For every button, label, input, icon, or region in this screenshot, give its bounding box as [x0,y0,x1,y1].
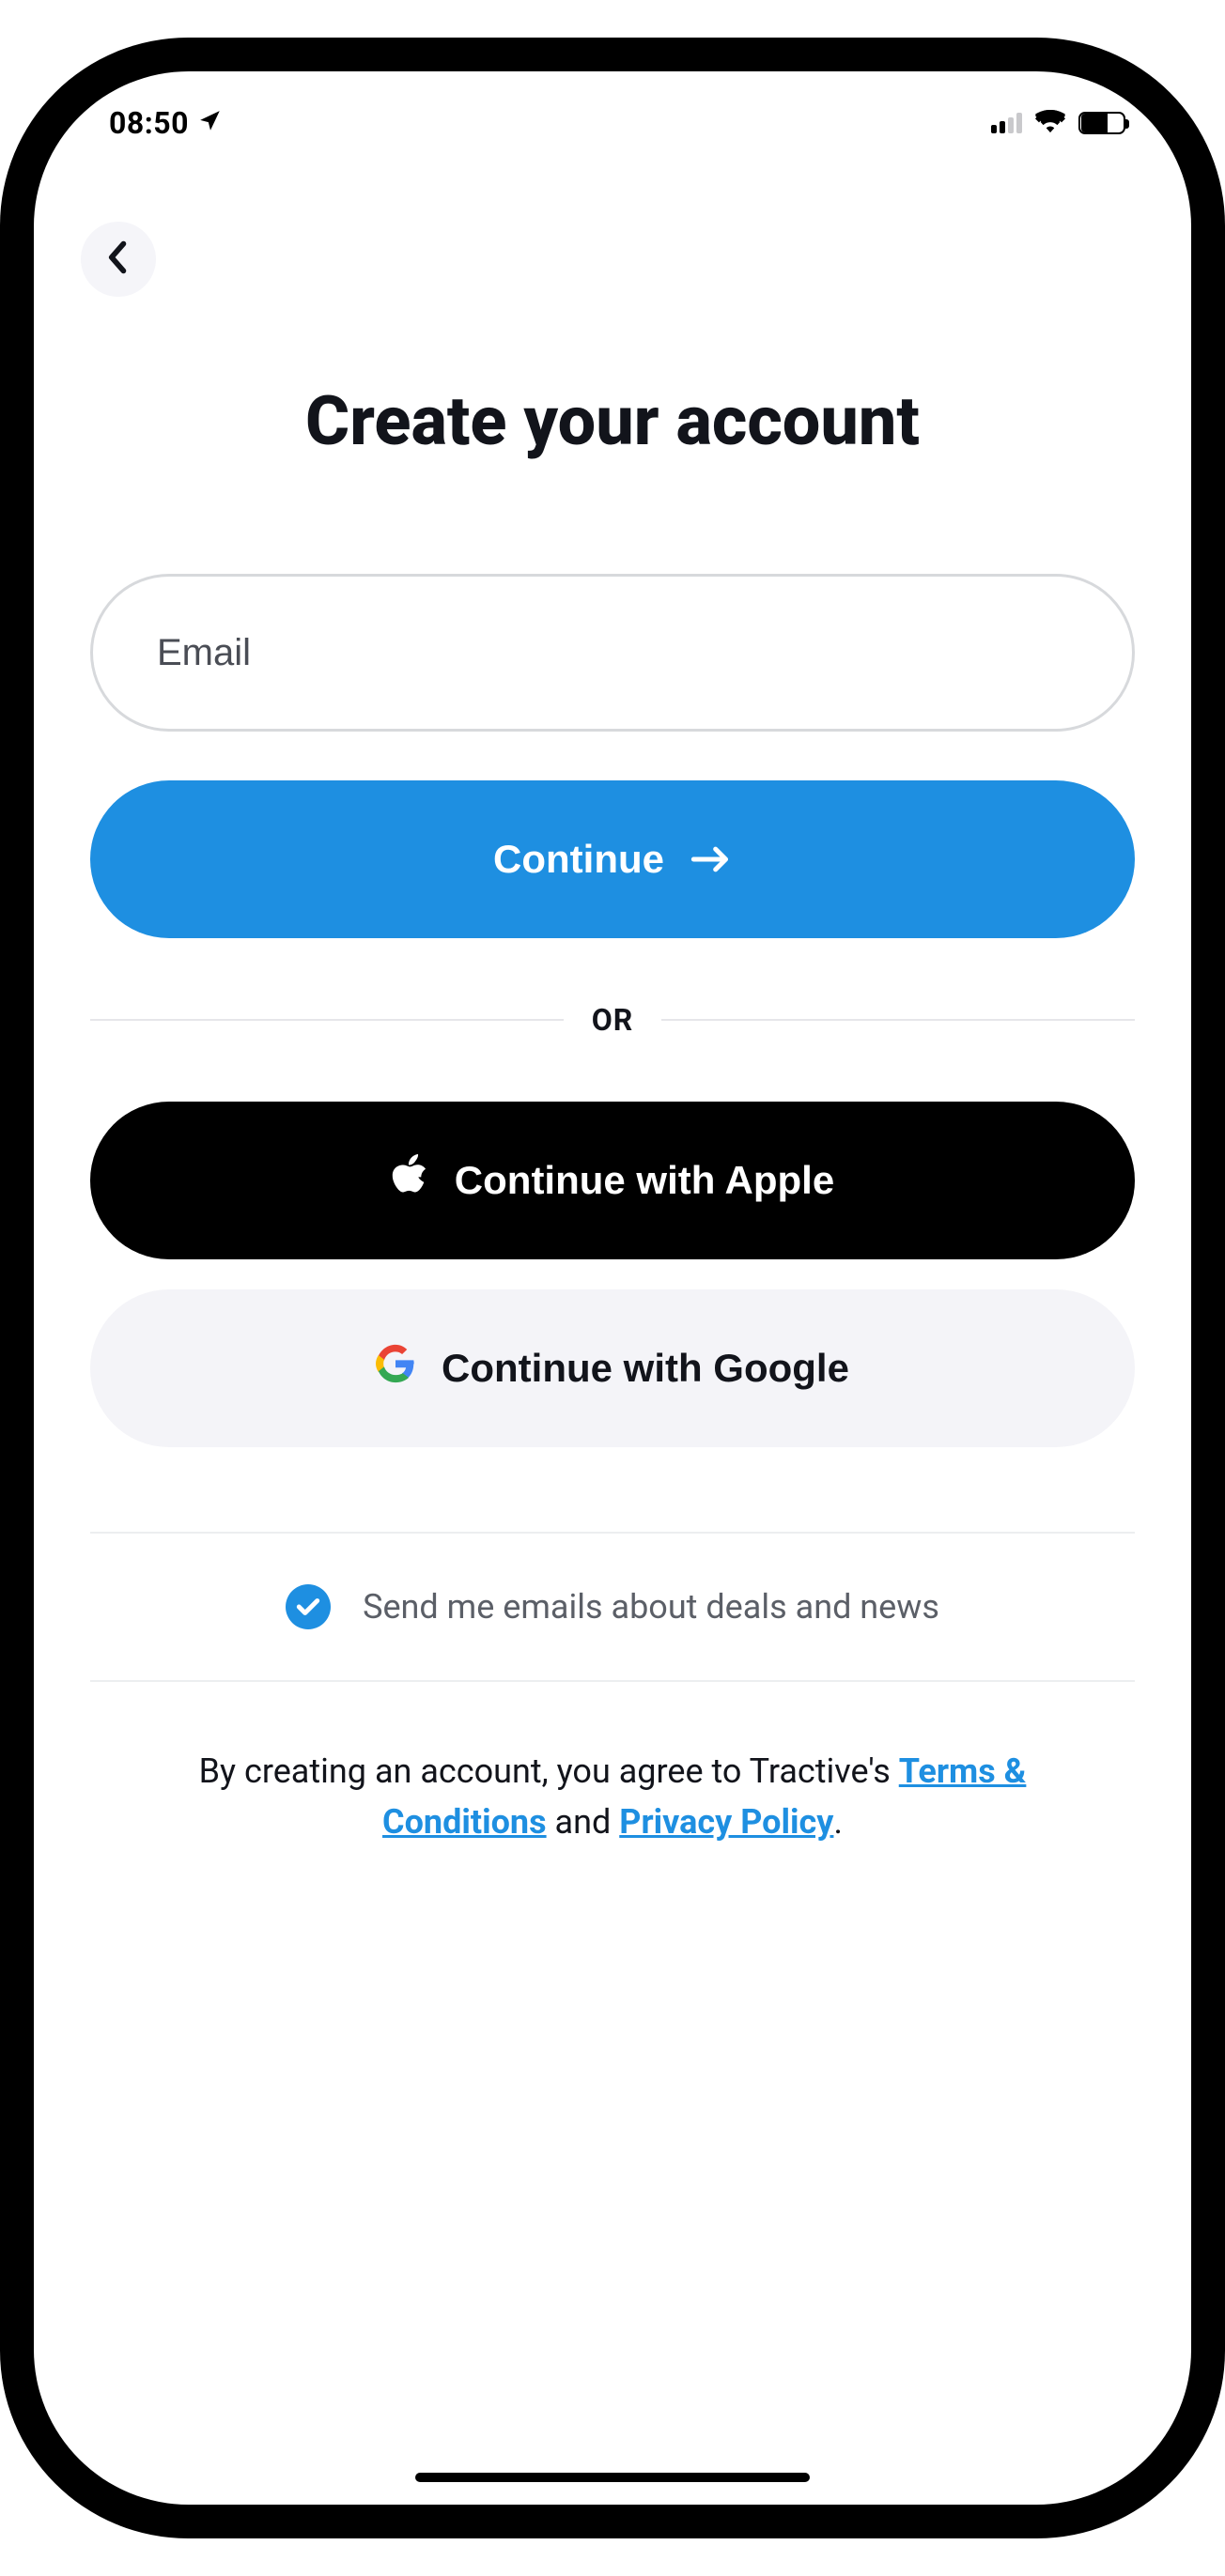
apple-icon [391,1154,428,1207]
divider-label: OR [592,1002,634,1038]
google-label: Continue with Google [442,1346,849,1391]
consent-label: Send me emails about deals and news [363,1587,939,1627]
check-icon [296,1597,320,1616]
chevron-left-icon [107,240,130,278]
consent-row: Send me emails about deals and news [90,1534,1135,1680]
arrow-right-icon [690,837,732,882]
divider: OR [90,1002,1135,1038]
home-indicator[interactable] [415,2473,810,2482]
marketing-consent-checkbox[interactable] [286,1584,331,1629]
legal-text: By creating an account, you agree to Tra… [90,1746,1135,1847]
privacy-link[interactable]: Privacy Policy [619,1802,833,1842]
cellular-icon [991,113,1022,133]
continue-with-apple-button[interactable]: Continue with Apple [90,1102,1135,1259]
google-icon [376,1344,415,1393]
continue-label: Continue [493,837,664,882]
wifi-icon [1035,110,1065,136]
continue-with-google-button[interactable]: Continue with Google [90,1289,1135,1447]
battery-icon [1078,112,1125,134]
separator [90,1680,1135,1682]
location-icon [198,109,223,137]
continue-button[interactable]: Continue [90,780,1135,938]
status-bar: 08:50 [34,71,1191,175]
back-button[interactable] [81,222,156,297]
page-title: Create your account [90,381,1135,461]
email-field[interactable] [90,574,1135,732]
apple-label: Continue with Apple [455,1158,834,1203]
status-time: 08:50 [109,105,189,141]
